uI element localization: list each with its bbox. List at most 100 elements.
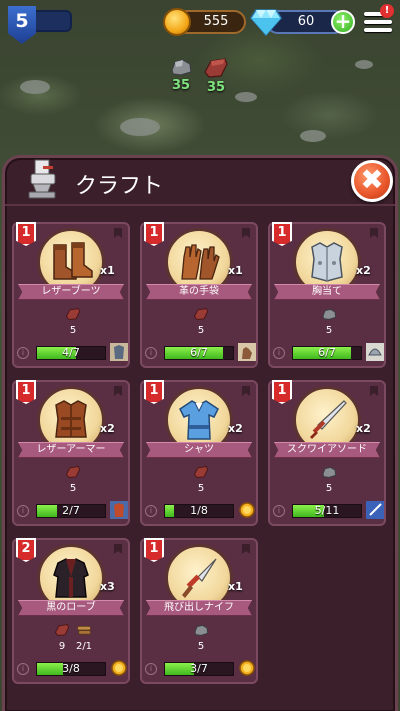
material-requirement: 2/1 [74,624,94,652]
stone-icon [171,59,192,76]
leather-icon [52,624,72,639]
armor-icon[interactable] [110,343,128,361]
material-requirement: 5 [319,308,339,336]
craft-card[interactable]: 1 x1 革の手袋 5 i 6/7 [140,222,258,368]
tier-badge: 1 [144,222,164,246]
progress-text: 6/7 [318,346,336,359]
craft-card[interactable]: 1 x2 スクワイアソード 5 i 5/11 [268,380,386,526]
coin-icon [163,8,191,36]
close-button[interactable]: ✖ [351,160,393,202]
coin-icon[interactable] [110,659,128,677]
material-count: 2/1 [75,641,93,652]
bookmark-icon[interactable] [242,228,250,238]
menu-alert-badge: ! [380,4,394,18]
resource-stone: 35 [167,58,195,93]
helmet-icon[interactable] [366,343,384,361]
wood-icon [74,624,94,639]
item-name: 飛び出しナイフ [146,600,252,616]
craft-card[interactable]: 1 x2 シャツ 5 i 1/8 [140,380,258,526]
material-requirement: 5 [63,308,83,336]
material-count: 5 [197,325,205,336]
bookmark-icon[interactable] [370,386,378,396]
craft-card[interactable]: 1 x2 胸当て 5 i 6/7 [268,222,386,368]
resource-leather: 35 [202,58,230,95]
item-name: 革の手袋 [146,284,252,300]
diamond-icon [250,9,282,36]
info-icon[interactable]: i [145,505,157,517]
leather-count: 35 [206,80,226,95]
craft-progress-bar: 2/7 [36,504,106,518]
menu-icon-line [364,20,392,24]
info-icon[interactable]: i [273,347,285,359]
item-quantity: x2 [228,422,243,435]
info-icon[interactable]: i [17,505,29,517]
tier-badge: 1 [16,380,36,404]
stone-icon [319,308,339,323]
xp-bar [34,10,72,32]
progress-text: 5/11 [314,504,340,517]
anvil-icon [28,159,56,199]
material-count: 5 [325,325,333,336]
armor-slot-icon[interactable] [110,501,128,519]
item-name: シャツ [146,442,252,458]
leather-icon [191,466,211,481]
craft-card[interactable]: 1 x1 レザーブーツ 5 i 4/7 [12,222,130,368]
info-icon[interactable]: i [145,663,157,675]
progress-text: 6/7 [190,346,208,359]
item-name: 胸当て [274,284,380,300]
bookmark-icon[interactable] [114,544,122,554]
tier-badge: 1 [272,380,292,404]
bookmark-icon[interactable] [114,386,122,396]
progress-text: 3/7 [190,662,208,675]
craft-card[interactable]: 2 x3 黒のローブ 9 2/1 i 3/8 [12,538,130,684]
progress-text: 1/8 [190,504,208,517]
item-name: レザーアーマー [18,442,124,458]
material-requirement: 5 [63,466,83,494]
item-quantity: x2 [356,264,371,277]
material-count: 9 [58,641,66,652]
menu-icon-line [364,28,392,32]
leather-icon [191,308,211,323]
item-quantity: x2 [100,422,115,435]
tier-badge: 2 [16,538,36,562]
stone-icon [191,624,211,639]
material-count: 5 [197,641,205,652]
craft-progress-bar: 3/8 [36,662,106,676]
item-quantity: x1 [228,580,243,593]
item-quantity: x1 [228,264,243,277]
info-icon[interactable]: i [17,347,29,359]
bookmark-icon[interactable] [370,228,378,238]
progress-text: 2/7 [62,504,80,517]
panel-title: クラフト [75,174,164,199]
material-count: 5 [69,483,77,494]
panel-header: クラフト ✖ [5,158,395,206]
craft-card[interactable]: 1 x2 レザーアーマー 5 i 2/7 [12,380,130,526]
leather-icon [63,308,83,323]
item-quantity: x2 [356,422,371,435]
sword-slot-icon[interactable] [366,501,384,519]
bookmark-icon[interactable] [242,544,250,554]
add-gems-button[interactable]: + [331,10,355,34]
coin-icon[interactable] [238,501,256,519]
bookmark-icon[interactable] [242,386,250,396]
tier-badge: 1 [16,222,36,246]
item-name: レザーブーツ [18,284,124,300]
item-name: 黒のローブ [18,600,124,616]
info-icon[interactable]: i [145,347,157,359]
craft-progress-bar: 5/11 [292,504,362,518]
leather-icon [204,58,228,78]
bookmark-icon[interactable] [114,228,122,238]
leather-icon [63,466,83,481]
stone-count: 35 [171,78,191,93]
material-requirement: 9 [52,624,72,652]
craft-progress-bar: 6/7 [292,346,362,360]
coin-icon[interactable] [238,659,256,677]
tier-badge: 1 [144,380,164,404]
material-requirement: 5 [191,624,211,652]
material-count: 5 [197,483,205,494]
tier-badge: 1 [272,222,292,246]
glove-icon[interactable] [238,343,256,361]
craft-card[interactable]: 1 x1 飛び出しナイフ 5 i 3/7 [140,538,258,684]
info-icon[interactable]: i [273,505,285,517]
info-icon[interactable]: i [17,663,29,675]
